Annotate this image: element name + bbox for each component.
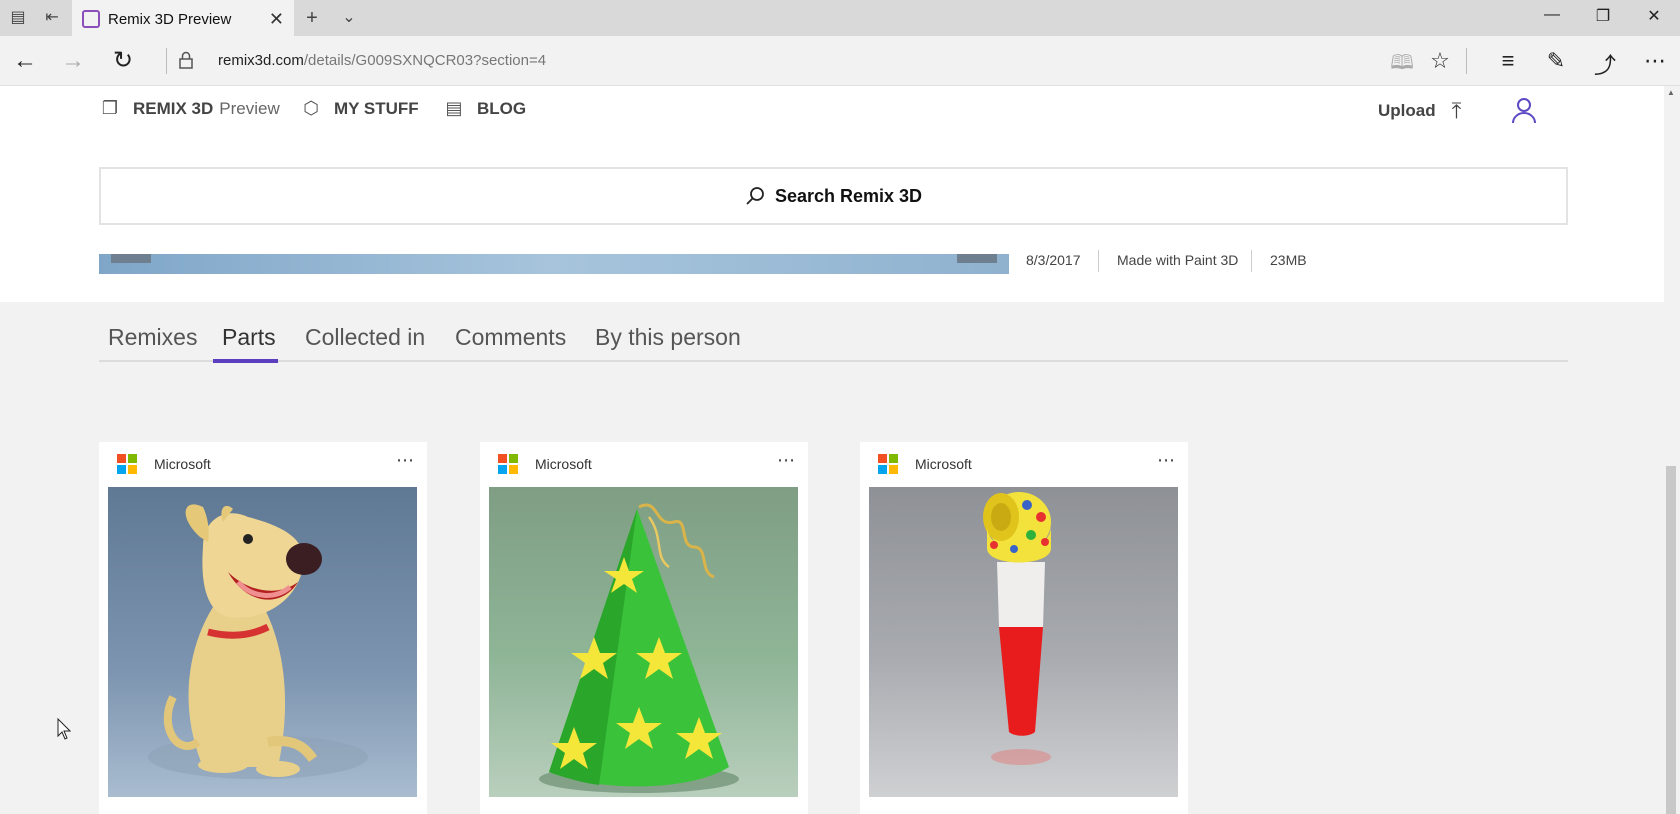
scrollbar-thumb[interactable] <box>1666 466 1676 814</box>
back-arrow-icon[interactable]: ← <box>9 48 41 74</box>
cubes-icon: ⬡ <box>303 98 319 118</box>
close-tab-icon[interactable]: ✕ <box>269 9 284 30</box>
lock-icon <box>179 51 193 69</box>
card-author[interactable]: Microsoft <box>535 456 592 472</box>
address-bar: ← → ↻ remix3d.com/details/G009SXNQCR03?s… <box>0 36 1680 86</box>
url-path: /details/G009SXNQCR03?section=4 <box>303 52 547 69</box>
forward-arrow-icon[interactable]: → <box>57 48 89 74</box>
banner-marker <box>111 254 151 263</box>
upload-label: Upload <box>1378 101 1436 120</box>
my-stuff-link[interactable]: ⬡ MY STUFF <box>300 98 419 120</box>
party-blower-thumbnail[interactable] <box>869 487 1178 797</box>
divider <box>166 48 167 74</box>
tab-remixes[interactable]: Remixes <box>108 324 197 351</box>
microsoft-logo-icon <box>498 454 518 474</box>
party-hat-thumbnail[interactable] <box>489 487 798 797</box>
brand-bold: REMIX 3D <box>133 99 214 118</box>
refresh-icon[interactable]: ↻ <box>107 48 139 74</box>
new-tab-icon[interactable]: + <box>302 8 322 28</box>
model-card[interactable]: Microsoft ⋯ <box>480 442 808 814</box>
brand-link[interactable]: ❐ REMIX 3D Preview <box>99 98 280 120</box>
window-close-icon[interactable]: ✕ <box>1634 6 1674 26</box>
scroll-up-icon[interactable]: ▲ <box>1667 88 1675 97</box>
card-more-icon[interactable]: ⋯ <box>1157 450 1176 471</box>
divider <box>1466 48 1467 74</box>
card-author[interactable]: Microsoft <box>154 456 211 472</box>
blog-icon: ▤ <box>445 98 463 118</box>
tab-comments[interactable]: Comments <box>455 324 566 351</box>
model-card[interactable]: Microsoft ⋯ <box>99 442 427 814</box>
reading-view-icon[interactable]: 🕮 <box>1387 48 1417 82</box>
share-icon[interactable]: ⤴ <box>1590 48 1620 80</box>
hub-icon[interactable]: ≡ <box>1493 48 1523 74</box>
pen-icon[interactable]: ✎ <box>1541 48 1571 74</box>
tab-actions-icon[interactable]: ▤ <box>8 8 28 28</box>
browser-titlebar: ▤ ⇤ Remix 3D Preview ✕ + ⌄ — ❐ ✕ <box>0 0 1680 36</box>
minimize-icon[interactable]: — <box>1532 6 1572 24</box>
remix3d-logo-icon: ❐ <box>101 98 119 118</box>
restore-icon[interactable]: ❐ <box>1583 6 1623 26</box>
tab-by-this-person[interactable]: By this person <box>595 324 741 351</box>
blog-link[interactable]: ▤ BLOG <box>443 98 526 120</box>
detail-tabs: Remixes Parts Collected in Comments By t… <box>99 316 1568 363</box>
page-header: ❐ REMIX 3D Preview ⬡ MY STUFF ▤ BLOG Upl… <box>0 86 1664 302</box>
model-card[interactable]: Microsoft ⋯ <box>860 442 1188 814</box>
banner-marker <box>957 254 997 263</box>
search-label: Search Remix 3D <box>774 185 923 206</box>
remix3d-favicon-icon <box>82 10 100 28</box>
upload-arrow-icon: ⤒ <box>1451 98 1462 123</box>
mouse-cursor-icon <box>57 718 71 740</box>
tab-title: Remix 3D Preview <box>108 11 232 28</box>
meta-made-with: Made with Paint 3D <box>1117 252 1239 268</box>
dog-model-thumbnail[interactable] <box>108 487 417 797</box>
browser-tab[interactable]: Remix 3D Preview ✕ <box>72 0 294 36</box>
url-host: remix3d.com <box>218 52 304 69</box>
divider <box>1098 250 1099 272</box>
meta-size: 23MB <box>1270 252 1307 268</box>
tab-preview-chevron-icon[interactable]: ⌄ <box>339 8 359 28</box>
favorite-star-icon[interactable]: ☆ <box>1425 48 1455 74</box>
card-author[interactable]: Microsoft <box>915 456 972 472</box>
microsoft-logo-icon <box>878 454 898 474</box>
model-banner-strip <box>99 254 1009 274</box>
blog-label: BLOG <box>477 99 527 118</box>
microsoft-logo-icon <box>117 454 137 474</box>
more-icon[interactable]: ⋯ <box>1640 48 1670 74</box>
url-field[interactable]: remix3d.com/details/G009SXNQCR03?section… <box>218 52 546 69</box>
divider <box>1251 250 1252 272</box>
card-more-icon[interactable]: ⋯ <box>396 450 415 471</box>
tab-collected-in[interactable]: Collected in <box>305 324 425 351</box>
set-tabs-aside-icon[interactable]: ⇤ <box>42 8 62 28</box>
my-stuff-label: MY STUFF <box>334 99 419 118</box>
search-icon <box>746 187 764 205</box>
user-account-icon[interactable] <box>1510 96 1538 124</box>
card-more-icon[interactable]: ⋯ <box>777 450 796 471</box>
page-content: ❐ REMIX 3D Preview ⬡ MY STUFF ▤ BLOG Upl… <box>0 86 1680 814</box>
meta-date: 8/3/2017 <box>1026 252 1081 268</box>
active-tab-indicator <box>213 359 278 363</box>
brand-light: Preview <box>219 99 280 118</box>
search-box[interactable]: Search Remix 3D <box>99 167 1568 225</box>
tab-parts[interactable]: Parts <box>222 324 276 351</box>
upload-button[interactable]: Upload ⤒ <box>1378 98 1461 124</box>
